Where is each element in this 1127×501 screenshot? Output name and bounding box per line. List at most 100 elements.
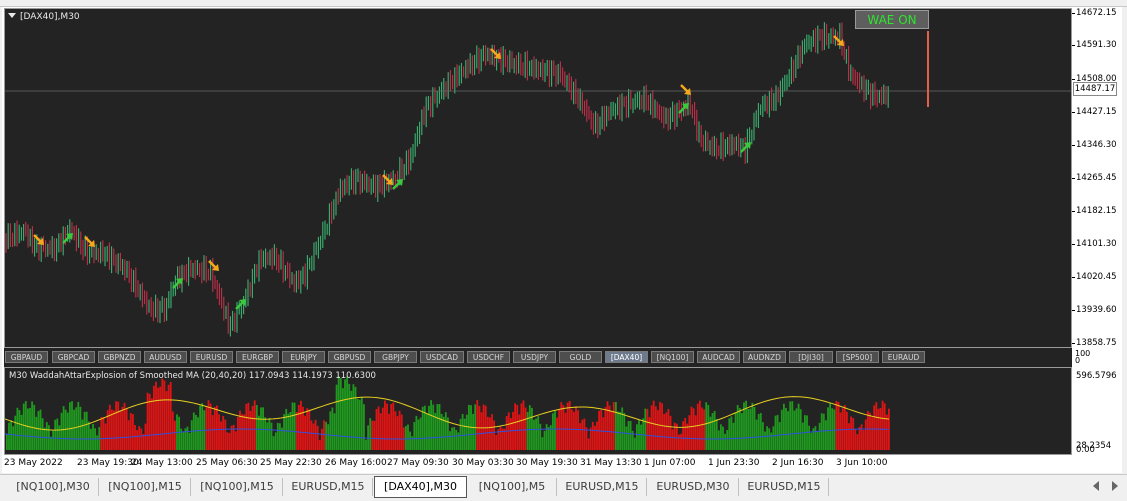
wae-histogram-bar	[323, 420, 325, 450]
symbol-button[interactable]: AUDNZD	[743, 351, 786, 363]
symbol-button[interactable]: [NQ100]	[651, 351, 694, 363]
price-axis-label: 14265.45	[1076, 173, 1117, 183]
chart-tab[interactable]: EURUSD,M15	[284, 478, 373, 496]
wae-histogram-bar	[636, 424, 638, 450]
wae-histogram-bar	[757, 413, 760, 450]
symbol-button[interactable]: [DJI30]	[789, 351, 833, 363]
symbol-button[interactable]: GBPCAD	[52, 351, 95, 363]
wae-histogram-bar	[659, 402, 661, 450]
chart-tab[interactable]: [NQ100],M30	[8, 478, 99, 496]
time-axis-label: 27 May 09:30	[387, 458, 449, 468]
symbol-button[interactable]: GBPUSD	[328, 351, 371, 363]
time-axis[interactable]: 23 May 2022 23 May 19:30 24 May 13:00 25 Ma…	[4, 455, 1072, 472]
wae-histogram-bar	[514, 403, 516, 450]
wae-histogram-bar	[808, 425, 810, 450]
wae-histogram-bar	[356, 398, 359, 450]
indicator-label: M30 WaddahAttarExplosion of Smoothed MA …	[9, 371, 376, 381]
indicator-axis[interactable]: 596.5796 28.2354 0.00	[1072, 367, 1122, 455]
wae-histogram-bar	[764, 431, 766, 450]
symbol-button[interactable]: [DAX40]	[605, 351, 648, 363]
wae-histogram-bar	[312, 423, 315, 450]
wae-histogram-bar	[537, 416, 540, 450]
wae-histogram-bar	[354, 386, 357, 450]
symbol-button[interactable]: USDCAD	[420, 351, 464, 363]
wae-histogram-bar	[43, 427, 46, 450]
chart-menu-triangle-icon[interactable]	[8, 13, 16, 18]
sell-arrow-icon	[84, 236, 95, 247]
time-axis-label: 25 May 22:30	[260, 458, 322, 468]
wae-histogram-bar	[579, 423, 582, 450]
chart-title-text: [DAX40],M30	[20, 12, 80, 22]
wae-histogram-bar	[625, 426, 628, 450]
wae-histogram-bar	[390, 404, 393, 450]
wae-histogram-bar	[715, 418, 718, 450]
wae-histogram-bar	[852, 418, 855, 450]
price-axis-tick	[1072, 45, 1075, 46]
chart-tab[interactable]: EURUSD,M15	[558, 478, 647, 496]
wae-histogram-bar	[871, 417, 873, 450]
chart-tab[interactable]: [NQ100],M5	[468, 478, 557, 496]
symbol-button[interactable]: EURGBP	[236, 351, 279, 363]
symbol-button[interactable]: GBPJPY	[374, 351, 417, 363]
wae-status-button[interactable]: WAE ON	[855, 10, 929, 29]
chart-tab[interactable]: EURUSD,M15	[740, 478, 829, 496]
wae-histogram-bar	[144, 423, 147, 450]
wae-histogram-bar	[759, 413, 762, 450]
wae-histogram-bar	[260, 407, 262, 450]
wae-histogram-bar	[226, 432, 229, 450]
chart-tab[interactable]: EURUSD,M30	[648, 478, 739, 496]
wae-histogram-bar	[612, 402, 615, 450]
wae-histogram-bar	[535, 418, 537, 450]
wae-histogram-bar	[600, 409, 603, 450]
symbol-button[interactable]: EURJPY	[282, 351, 325, 363]
wae-histogram-bar	[686, 423, 689, 450]
time-axis-label: 2 Jun 16:30	[772, 458, 824, 468]
wae-histogram-bar	[117, 401, 120, 450]
wae-histogram-bar	[77, 401, 80, 450]
wae-histogram-bar	[510, 417, 512, 450]
wae-histogram-bar	[722, 426, 724, 450]
wae-histogram-bar	[885, 414, 888, 450]
symbol-button[interactable]: GBPAUD	[5, 351, 48, 363]
wae-histogram-bar	[409, 431, 411, 450]
symbol-button[interactable]: AUDCAD	[697, 351, 740, 363]
wae-histogram-bar	[703, 409, 705, 450]
wae-histogram-bar	[318, 440, 321, 450]
chart-tab[interactable]: [NQ100],M15	[192, 478, 283, 496]
wae-histogram-bar	[451, 427, 453, 450]
symbol-button[interactable]: [SP500]	[836, 351, 879, 363]
symbol-button[interactable]: AUDUSD	[144, 351, 187, 363]
wae-histogram-bar	[405, 426, 407, 450]
symbol-button[interactable]: GOLD	[559, 351, 602, 363]
price-axis[interactable]: 14672.15 14591.30 14508.00 14427.15 14346.30…	[1072, 8, 1122, 348]
price-chart-pane[interactable]	[4, 8, 1072, 348]
wae-histogram-bar	[843, 404, 846, 450]
wae-histogram-bar	[564, 412, 567, 450]
wae-histogram-bar	[449, 431, 451, 450]
wae-histogram-bar	[22, 403, 25, 450]
wae-histogram-bar	[650, 405, 653, 450]
symbol-button[interactable]: USDJPY	[513, 351, 556, 363]
wae-histogram-bar	[218, 414, 220, 450]
tab-scroll-left-icon[interactable]	[1093, 481, 1099, 491]
wae-histogram-bar	[604, 407, 607, 450]
chart-tab[interactable]: [DAX40],M30	[374, 476, 467, 498]
wae-histogram-bar	[776, 414, 779, 450]
wae-histogram-bar	[455, 429, 458, 450]
chart-tab[interactable]: [NQ100],M15	[100, 478, 191, 496]
symbol-button[interactable]: EURUSD	[190, 351, 233, 363]
wae-histogram-bar	[783, 403, 785, 450]
wae-histogram-bar	[350, 390, 353, 450]
wae-histogram-bar	[62, 406, 65, 450]
symbol-button[interactable]: USDCHF	[467, 351, 510, 363]
wae-histogram-bar	[35, 416, 38, 450]
wae-histogram-bar	[274, 432, 277, 450]
wae-histogram-bar	[848, 423, 850, 450]
wae-histogram-bar	[591, 421, 594, 450]
wae-histogram-bar	[539, 423, 542, 450]
symbol-button[interactable]: EURAUD	[882, 351, 925, 363]
wae-histogram-bar	[575, 406, 577, 450]
tab-scroll-right-icon[interactable]	[1112, 481, 1118, 491]
symbol-button[interactable]: GBPNZD	[98, 351, 141, 363]
wae-histogram-bar	[279, 423, 281, 450]
